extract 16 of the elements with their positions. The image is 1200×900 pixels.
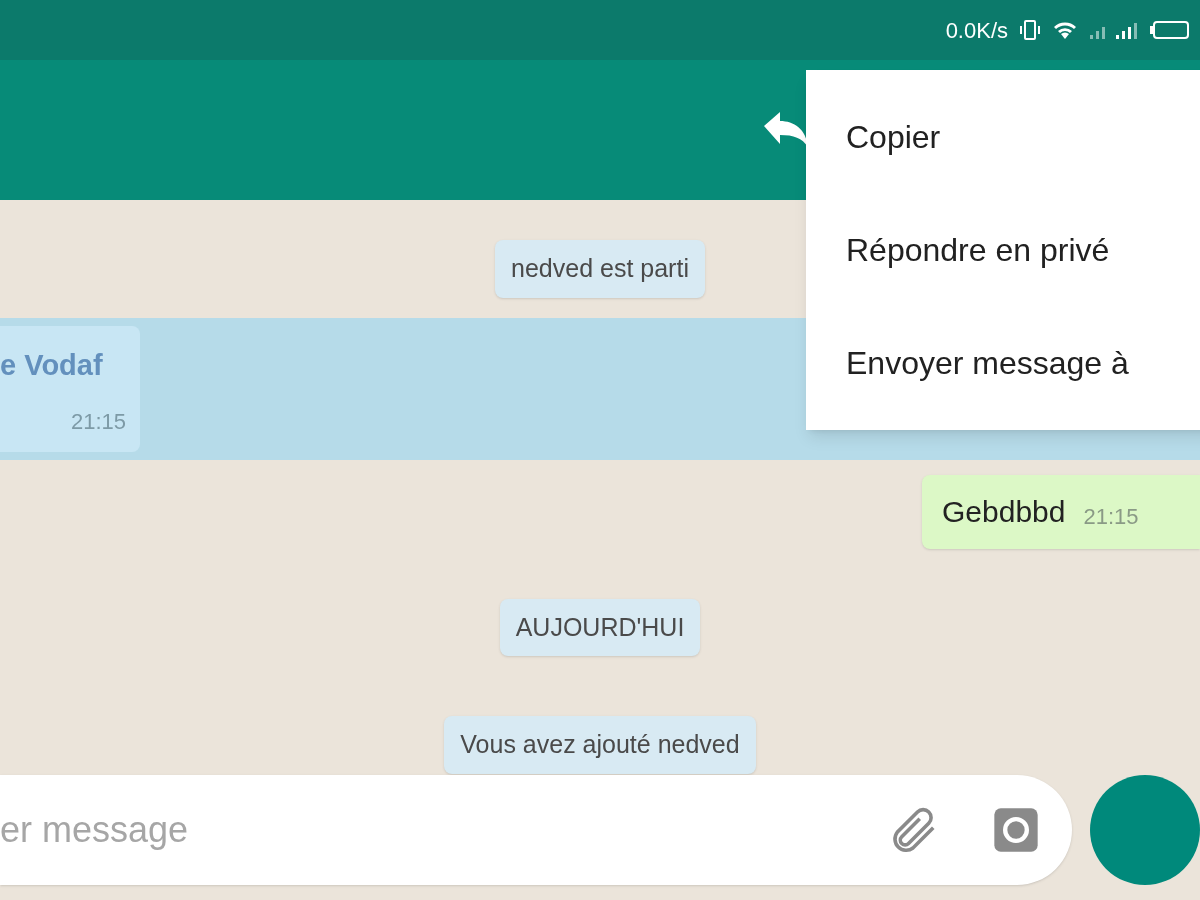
message-text: Gebdbbd bbox=[942, 494, 1066, 530]
menu-item[interactable]: Envoyer message à bbox=[846, 339, 1200, 388]
vibrate-icon bbox=[1018, 18, 1042, 42]
network-speed: 0.0K/s bbox=[945, 16, 1008, 45]
message-field[interactable]: er message bbox=[0, 803, 886, 857]
menu-item[interactable]: Copier bbox=[846, 112, 1200, 161]
system-message: nedved est parti bbox=[495, 240, 705, 298]
message-time: 21:15 bbox=[1083, 503, 1139, 531]
menu-item[interactable]: Répondre en privé bbox=[846, 226, 1200, 274]
message-time: 21:15 bbox=[70, 407, 126, 436]
message-row[interactable]: Gebdbbd 21:15 bbox=[0, 474, 1200, 549]
system-message: AUJOURD'HUI bbox=[499, 598, 701, 656]
message-input[interactable]: er message bbox=[0, 775, 1072, 885]
system-message: Vous avez ajouté nedved bbox=[444, 716, 756, 774]
battery-icon bbox=[1150, 19, 1190, 41]
sender-name: e Vodaf bbox=[0, 347, 104, 383]
